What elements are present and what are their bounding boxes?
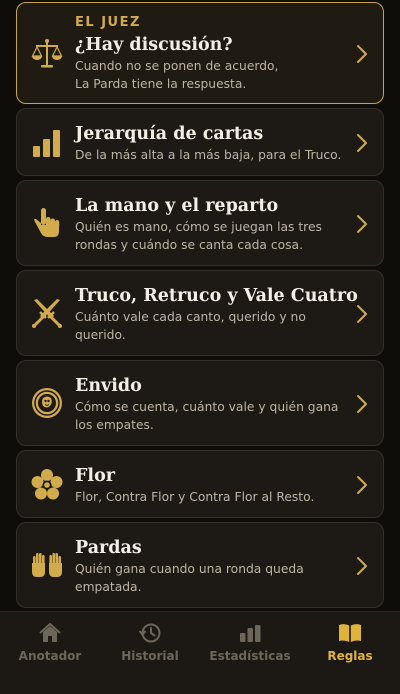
coin-icon <box>27 383 67 423</box>
card-description: Quién gana cuando una ronda queda empata… <box>75 560 343 596</box>
tab-reglas[interactable]: Reglas <box>300 612 400 694</box>
chevron-right-icon <box>355 44 369 64</box>
card-description: Cómo se cuenta, cuánto vale y quién gana… <box>75 398 343 434</box>
tab-bar: Anotador Historial Estadísticas Reglas <box>0 611 400 694</box>
card-la-mano[interactable]: La mano y el reparto Quién es mano, cómo… <box>16 180 384 266</box>
card-description: Cuando no se ponen de acuerdo, La Parda … <box>75 57 343 93</box>
tab-estadisticas[interactable]: Estadísticas <box>200 612 300 694</box>
chevron-right-icon <box>355 556 369 576</box>
card-description: De la más alta a la más baja, para el Tr… <box>75 146 343 164</box>
tab-label: Historial <box>121 649 179 663</box>
card-title: Truco, Retruco y Vale Cuatro <box>75 286 358 306</box>
history-icon <box>138 622 162 644</box>
card-truco[interactable]: Truco, Retruco y Vale Cuatro Cuánto vale… <box>16 270 384 356</box>
desc-line: querido. <box>75 328 126 342</box>
bar-chart-icon <box>27 123 67 163</box>
card-description: Quién es mano, cómo se juegan las tres r… <box>75 218 343 254</box>
chevron-right-icon <box>355 394 369 414</box>
desc-line: Flor, Contra Flor y Contra Flor al Resto… <box>75 490 315 504</box>
card-description: Flor, Contra Flor y Contra Flor al Resto… <box>75 488 343 506</box>
tab-label: Estadísticas <box>209 649 291 663</box>
house-icon <box>38 622 62 644</box>
desc-line: Cómo se cuenta, cuánto vale y quién gana <box>75 400 339 414</box>
pointing-hand-icon <box>27 203 67 243</box>
tab-label: Anotador <box>18 649 82 663</box>
tab-anotador[interactable]: Anotador <box>0 612 100 694</box>
desc-line: Cuando no se ponen de acuerdo, <box>75 59 279 73</box>
card-el-juez[interactable]: EL JUEZ ¿Hay discusión? Cuando no se pon… <box>16 2 384 104</box>
crossed-swords-icon <box>27 293 67 333</box>
card-title: La mano y el reparto <box>75 196 279 216</box>
tab-label: Reglas <box>327 649 373 663</box>
card-envido[interactable]: Envido Cómo se cuenta, cuánto vale y qui… <box>16 360 384 446</box>
card-title: Flor <box>75 466 115 486</box>
desc-line: Quién es mano, cómo se juegan las tres <box>75 220 322 234</box>
chevron-right-icon <box>355 475 369 495</box>
chevron-right-icon <box>355 214 369 234</box>
book-icon <box>338 622 362 644</box>
card-title: Jerarquía de cartas <box>75 124 264 144</box>
desc-line: los empates. <box>75 418 154 432</box>
card-jerarquia[interactable]: Jerarquía de cartas De la más alta a la … <box>16 108 384 176</box>
card-eyebrow: EL JUEZ <box>75 15 141 30</box>
stats-icon <box>238 622 262 644</box>
desc-line: La Parda tiene la respuesta. <box>75 77 247 91</box>
desc-line: De la más alta a la más baja, para el Tr… <box>75 148 342 162</box>
raised-hands-icon <box>27 545 67 585</box>
desc-line: Cuánto vale cada canto, querido y no <box>75 310 306 324</box>
card-description: Cuánto vale cada canto, querido y no que… <box>75 308 343 344</box>
desc-line: empatada. <box>75 580 142 594</box>
card-title: Pardas <box>75 538 142 558</box>
flower-icon <box>27 465 67 505</box>
scales-icon <box>27 34 67 74</box>
desc-line: Quién gana cuando una ronda queda <box>75 562 304 576</box>
card-flor[interactable]: Flor Flor, Contra Flor y Contra Flor al … <box>16 450 384 518</box>
tab-historial[interactable]: Historial <box>100 612 200 694</box>
card-title: Envido <box>75 376 142 396</box>
desc-line: rondas y cuándo se canta cada cosa. <box>75 238 303 252</box>
card-title: ¿Hay discusión? <box>75 35 233 55</box>
chevron-right-icon <box>355 133 369 153</box>
card-pardas[interactable]: Pardas Quién gana cuando una ronda queda… <box>16 522 384 608</box>
chevron-right-icon <box>355 304 369 324</box>
